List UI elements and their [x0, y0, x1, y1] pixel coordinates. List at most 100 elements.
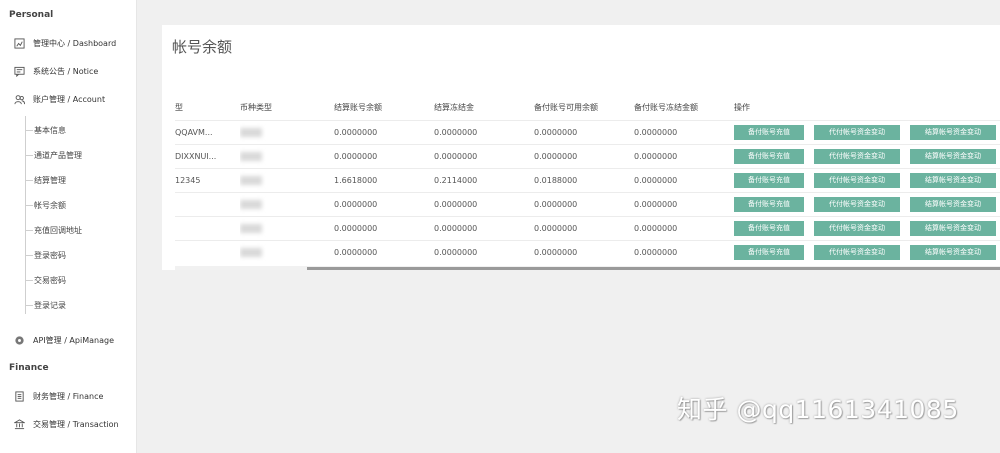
cell-reserve-frozen: 0.0000000 [634, 120, 734, 145]
cell-settle-balance: 0.0000000 [334, 120, 434, 145]
table-header-row: 型 币种类型 结算账号余额 结算冻结金 备付账号可用余额 备付账号冻结金额 操作 [175, 96, 1000, 121]
submenu-item-channel-products[interactable]: 通道产品管理 [25, 148, 82, 162]
col-header-settle-frozen: 结算冻结金 [434, 96, 534, 121]
redacted-blur [240, 151, 262, 161]
nav-item-account[interactable]: 账户管理 / Account [14, 91, 105, 107]
recharge-button[interactable]: 备付账号充值 [734, 220, 804, 236]
nav-label-transaction: 交易管理 / Transaction [33, 419, 119, 429]
col-header-reserve-available: 备付账号可用余额 [534, 96, 634, 121]
chart-icon [14, 37, 25, 49]
payout-change-button[interactable]: 代付帐号资金变动 [814, 124, 900, 140]
recharge-button[interactable]: 备付账号充值 [734, 196, 804, 212]
cell-settle-balance: 0.0000000 [334, 192, 434, 217]
document-icon [14, 390, 25, 402]
settle-change-button[interactable]: 结算帐号资金变动 [910, 220, 996, 236]
col-header-settle-balance: 结算账号余额 [334, 96, 434, 121]
redacted-blur [240, 199, 262, 209]
table-row: 12345 1.6618000 0.2114000 0.0188000 0.00… [175, 168, 1000, 193]
cell-currency [240, 168, 334, 193]
nav-item-notice[interactable]: 系统公告 / Notice [14, 63, 98, 79]
settle-change-button[interactable]: 结算帐号资金变动 [910, 196, 996, 212]
page-title: 帐号余额 [172, 38, 233, 56]
settle-change-button[interactable]: 结算帐号资金变动 [910, 172, 996, 188]
redacted-blur [240, 175, 262, 185]
cell-settle-frozen: 0.0000000 [434, 240, 534, 261]
cell-reserve-available: 0.0000000 [534, 120, 634, 145]
cell-type [175, 192, 240, 217]
nav-label-apimanage: API管理 / ApiManage [33, 335, 114, 345]
submenu-item-account-balance[interactable]: 帐号余额 [25, 198, 66, 212]
cell-currency [240, 120, 334, 145]
col-header-reserve-frozen: 备付账号冻结金额 [634, 96, 734, 121]
cell-currency [240, 192, 334, 217]
nav-item-dashboard[interactable]: 管理中心 / Dashboard [14, 35, 116, 51]
cell-settle-balance: 1.6618000 [334, 168, 434, 193]
payout-change-button[interactable]: 代付帐号资金变动 [814, 148, 900, 164]
table-row: 0.0000000 0.0000000 0.0000000 0.0000000 … [175, 240, 1000, 261]
redacted-blur [240, 223, 262, 233]
balance-table: 型 币种类型 结算账号余额 结算冻结金 备付账号可用余额 备付账号冻结金额 操作… [175, 96, 1000, 261]
settle-change-button[interactable]: 结算帐号资金变动 [910, 244, 996, 260]
cell-reserve-frozen: 0.0000000 [634, 168, 734, 193]
api-icon [14, 335, 25, 346]
submenu-item-basic-info[interactable]: 基本信息 [25, 123, 66, 137]
submenu-item-login-password[interactable]: 登录密码 [25, 248, 66, 262]
section-title-personal: Personal [9, 10, 54, 20]
recharge-button[interactable]: 备付账号充值 [734, 244, 804, 260]
recharge-button[interactable]: 备付账号充值 [734, 172, 804, 188]
users-icon [14, 94, 25, 105]
sidebar: Personal 管理中心 / Dashboard 系统公告 / Notice … [0, 0, 137, 453]
cell-reserve-frozen: 0.0000000 [634, 192, 734, 217]
balance-table-container[interactable]: 型 币种类型 结算账号余额 结算冻结金 备付账号可用余额 备付账号冻结金额 操作… [175, 96, 1000, 261]
submenu-item-callback-url[interactable]: 充值回调地址 [25, 223, 82, 237]
cell-currency [240, 240, 334, 261]
cell-settle-frozen: 0.2114000 [434, 168, 534, 193]
cell-reserve-frozen: 0.0000000 [634, 216, 734, 241]
message-icon [14, 66, 25, 77]
cell-currency [240, 144, 334, 169]
cell-reserve-available: 0.0000000 [534, 192, 634, 217]
nav-label-finance: 财务管理 / Finance [33, 391, 104, 401]
cell-reserve-available: 0.0188000 [534, 168, 634, 193]
horizontal-scrollbar[interactable] [175, 266, 1000, 270]
redacted-blur [240, 247, 262, 257]
cell-actions: 备付账号充值 代付帐号资金变动 结算帐号资金变动 [734, 192, 1000, 217]
nav-item-finance[interactable]: 财务管理 / Finance [14, 388, 103, 404]
table-row: 0.0000000 0.0000000 0.0000000 0.0000000 … [175, 216, 1000, 241]
cell-type: QQAVM... [175, 120, 240, 145]
cell-actions: 备付账号充值 代付帐号资金变动 结算帐号资金变动 [734, 240, 1000, 261]
submenu-item-settlement[interactable]: 结算管理 [25, 173, 66, 187]
redacted-blur [240, 127, 262, 137]
payout-change-button[interactable]: 代付帐号资金变动 [814, 244, 900, 260]
table-row: 0.0000000 0.0000000 0.0000000 0.0000000 … [175, 192, 1000, 217]
recharge-button[interactable]: 备付账号充值 [734, 124, 804, 140]
payout-change-button[interactable]: 代付帐号资金变动 [814, 220, 900, 236]
submenu-item-trade-password[interactable]: 交易密码 [25, 273, 66, 287]
cell-reserve-available: 0.0000000 [534, 216, 634, 241]
cell-settle-balance: 0.0000000 [334, 216, 434, 241]
submenu-item-login-records[interactable]: 登录记录 [25, 298, 66, 312]
cell-reserve-available: 0.0000000 [534, 240, 634, 261]
cell-type: DIXXNUI... [175, 144, 240, 169]
nav-label-account: 账户管理 / Account [33, 94, 106, 104]
col-header-actions: 操作 [734, 96, 1000, 121]
settle-change-button[interactable]: 结算帐号资金变动 [910, 124, 996, 140]
nav-item-apimanage[interactable]: API管理 / ApiManage [14, 332, 114, 348]
cell-settle-frozen: 0.0000000 [434, 192, 534, 217]
cell-settle-frozen: 0.0000000 [434, 120, 534, 145]
col-header-type: 型 [175, 96, 240, 121]
cell-currency [240, 216, 334, 241]
recharge-button[interactable]: 备付账号充值 [734, 148, 804, 164]
scrollbar-thumb[interactable] [307, 267, 1000, 270]
cell-reserve-available: 0.0000000 [534, 144, 634, 169]
cell-reserve-frozen: 0.0000000 [634, 144, 734, 169]
nav-item-transaction[interactable]: 交易管理 / Transaction [14, 416, 119, 432]
nav-label-notice: 系统公告 / Notice [33, 66, 99, 76]
payout-change-button[interactable]: 代付帐号资金变动 [814, 196, 900, 212]
settle-change-button[interactable]: 结算帐号资金变动 [910, 148, 996, 164]
cell-settle-frozen: 0.0000000 [434, 216, 534, 241]
payout-change-button[interactable]: 代付帐号资金变动 [814, 172, 900, 188]
bank-icon [14, 418, 25, 430]
cell-type [175, 240, 240, 261]
cell-settle-balance: 0.0000000 [334, 144, 434, 169]
